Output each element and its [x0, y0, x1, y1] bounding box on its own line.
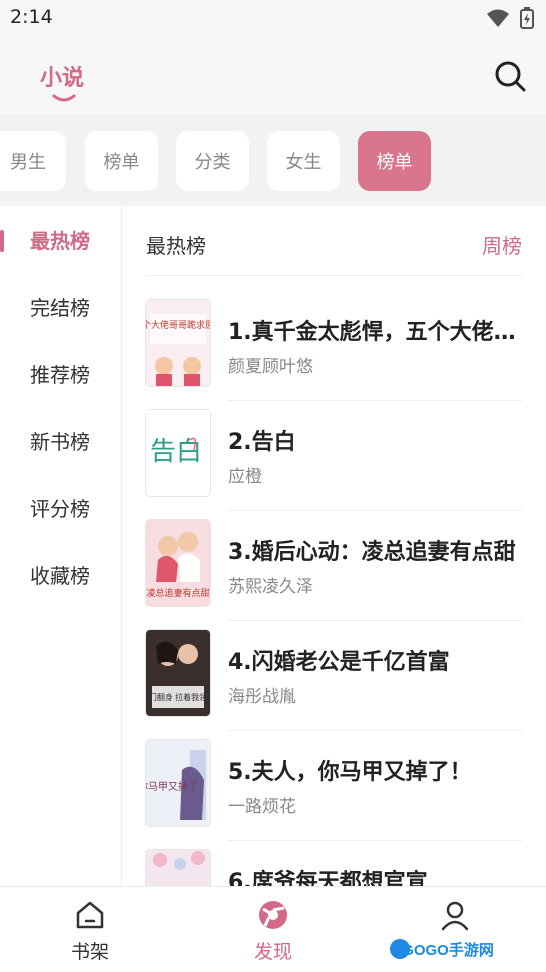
page-title[interactable]: 小说 [40, 60, 84, 92]
tab-category[interactable]: 分类 [176, 131, 249, 191]
rank-item-completed[interactable]: 完结榜 [0, 273, 122, 340]
watermark-text: GOGO手游网 [402, 941, 494, 959]
tab-female[interactable]: 女生 [267, 131, 340, 191]
discover-icon [259, 901, 287, 929]
cover-text: 五个大佬哥哥跪求原谅 [146, 319, 210, 330]
rank-item-label: 评分榜 [30, 497, 90, 521]
rank-item-recommended[interactable]: 推荐榜 [0, 340, 122, 407]
nav-label: 发现 [253, 941, 292, 963]
period-selector[interactable]: 周榜 [482, 230, 522, 259]
book-cover: 凌总追妻有点甜 [146, 520, 210, 606]
divider [228, 400, 522, 401]
rank-item-hottest[interactable]: 最热榜 [0, 206, 122, 273]
status-icons [486, 7, 534, 29]
app-header: 小说 [0, 36, 546, 116]
book-author: 应橙 [228, 467, 262, 487]
rank-menu: 最热榜 完结榜 推荐榜 新书榜 评分榜 收藏榜 [0, 206, 122, 886]
cover-text: 凌总追妻有点甜 [146, 587, 209, 598]
rank-item-favorites[interactable]: 收藏榜 [0, 541, 122, 608]
nav-bookshelf[interactable]: 书架 [40, 897, 140, 967]
category-tabs: 男生 榜单 分类 女生 榜单 [0, 116, 546, 206]
status-time: 2:14 [10, 6, 53, 28]
book-author: 一路烦花 [228, 797, 296, 817]
ranking-header: 最热榜 周榜 [146, 206, 522, 276]
rank-item-label: 收藏榜 [30, 564, 90, 588]
book-title: 1.真千金太彪悍，五个大佬哥哥跪求原谅 [228, 320, 522, 345]
active-marker [0, 230, 4, 252]
rank-item-label: 最热榜 [30, 229, 90, 253]
rank-item-label: 新书榜 [30, 430, 90, 454]
search-icon[interactable] [492, 58, 528, 94]
tab-ranking[interactable]: 榜单 [85, 131, 158, 191]
book-author: 苏熙凌久泽 [228, 577, 313, 597]
book-cover: 五个大佬哥哥跪求原谅 [146, 300, 210, 386]
tab-male[interactable]: 男生 [0, 131, 66, 191]
nav-discover[interactable]: 发现 [223, 897, 323, 967]
cover-text: 豪门翻身 拉着我领证 [146, 692, 210, 702]
ranking-list: 最热榜 周榜 五个大佬哥哥跪求原谅 1.真千金太彪悍，五个大佬哥哥跪求原谅 颜夏… [122, 206, 546, 886]
book-cover: 豪门翻身 拉着我领证 [146, 630, 210, 716]
book-title: 5.夫人，你马甲又掉了！ [228, 760, 472, 785]
home-icon [76, 901, 104, 929]
book-cover [146, 850, 210, 886]
book-cover: 你马甲又掉了 [146, 740, 210, 826]
cover-text: 你马甲又掉了 [146, 780, 198, 793]
nav-label: 书架 [70, 941, 109, 963]
book-title: 2.告白 [228, 430, 296, 455]
rank-item-new[interactable]: 新书榜 [0, 407, 122, 474]
book-item[interactable]: 豪门翻身 拉着我领证 4.闪婚老公是千亿首富 海彤战胤 [146, 630, 522, 740]
battery-icon [520, 7, 534, 29]
status-bar: 2:14 [0, 0, 546, 36]
cover-text: 告白 [150, 437, 202, 467]
book-author: 海彤战胤 [228, 687, 296, 707]
book-cover: 告白 [146, 410, 210, 496]
book-item[interactable]: 6.席爷每天都想官宣 [146, 850, 522, 886]
book-author: 颜夏顾叶悠 [228, 357, 313, 377]
divider [228, 510, 522, 511]
watermark-logo: GOGO手游网 [388, 934, 500, 964]
book-item[interactable]: 你马甲又掉了 5.夫人，你马甲又掉了！ 一路烦花 [146, 740, 522, 850]
divider [228, 730, 522, 731]
book-item[interactable]: 凌总追妻有点甜 3.婚后心动：凌总追妻有点甜 苏熙凌久泽 [146, 520, 522, 630]
rank-item-rating[interactable]: 评分榜 [0, 474, 122, 541]
ranking-title: 最热榜 [146, 234, 206, 258]
profile-icon [441, 901, 469, 931]
tab-ranking-active[interactable]: 榜单 [358, 131, 431, 191]
divider [228, 840, 522, 841]
book-title: 6.席爷每天都想官宣 [228, 870, 428, 886]
book-item[interactable]: 告白 2.告白 应橙 [146, 410, 522, 520]
divider [228, 620, 522, 621]
rank-item-label: 完结榜 [30, 296, 90, 320]
book-title: 4.闪婚老公是千亿首富 [228, 650, 450, 675]
title-underline [52, 94, 76, 102]
rank-item-label: 推荐榜 [30, 363, 90, 387]
book-item[interactable]: 五个大佬哥哥跪求原谅 1.真千金太彪悍，五个大佬哥哥跪求原谅 颜夏顾叶悠 [146, 300, 522, 410]
book-title: 3.婚后心动：凌总追妻有点甜 [228, 540, 516, 565]
wifi-icon [487, 9, 509, 27]
